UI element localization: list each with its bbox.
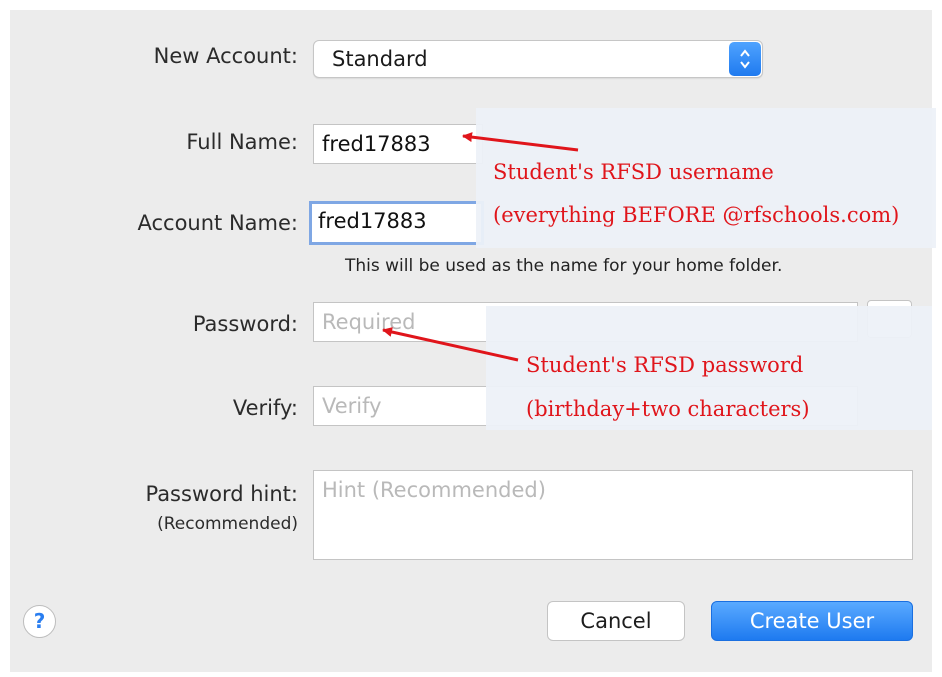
arrow-to-full-name: [462, 132, 579, 152]
password-hint-sublabel: (Recommended): [157, 514, 298, 534]
create-user-button[interactable]: Create User: [711, 601, 913, 641]
password-hint-label: Password hint:: [145, 482, 298, 506]
cancel-button[interactable]: Cancel: [547, 601, 685, 641]
password-hint-placeholder: Hint (Recommended): [322, 478, 546, 502]
annotation-arrows: [382, 132, 579, 362]
question-mark-icon[interactable]: ?: [23, 605, 56, 638]
arrow-to-password: [382, 327, 519, 362]
password-hint-field[interactable]: Hint (Recommended): [313, 470, 913, 560]
